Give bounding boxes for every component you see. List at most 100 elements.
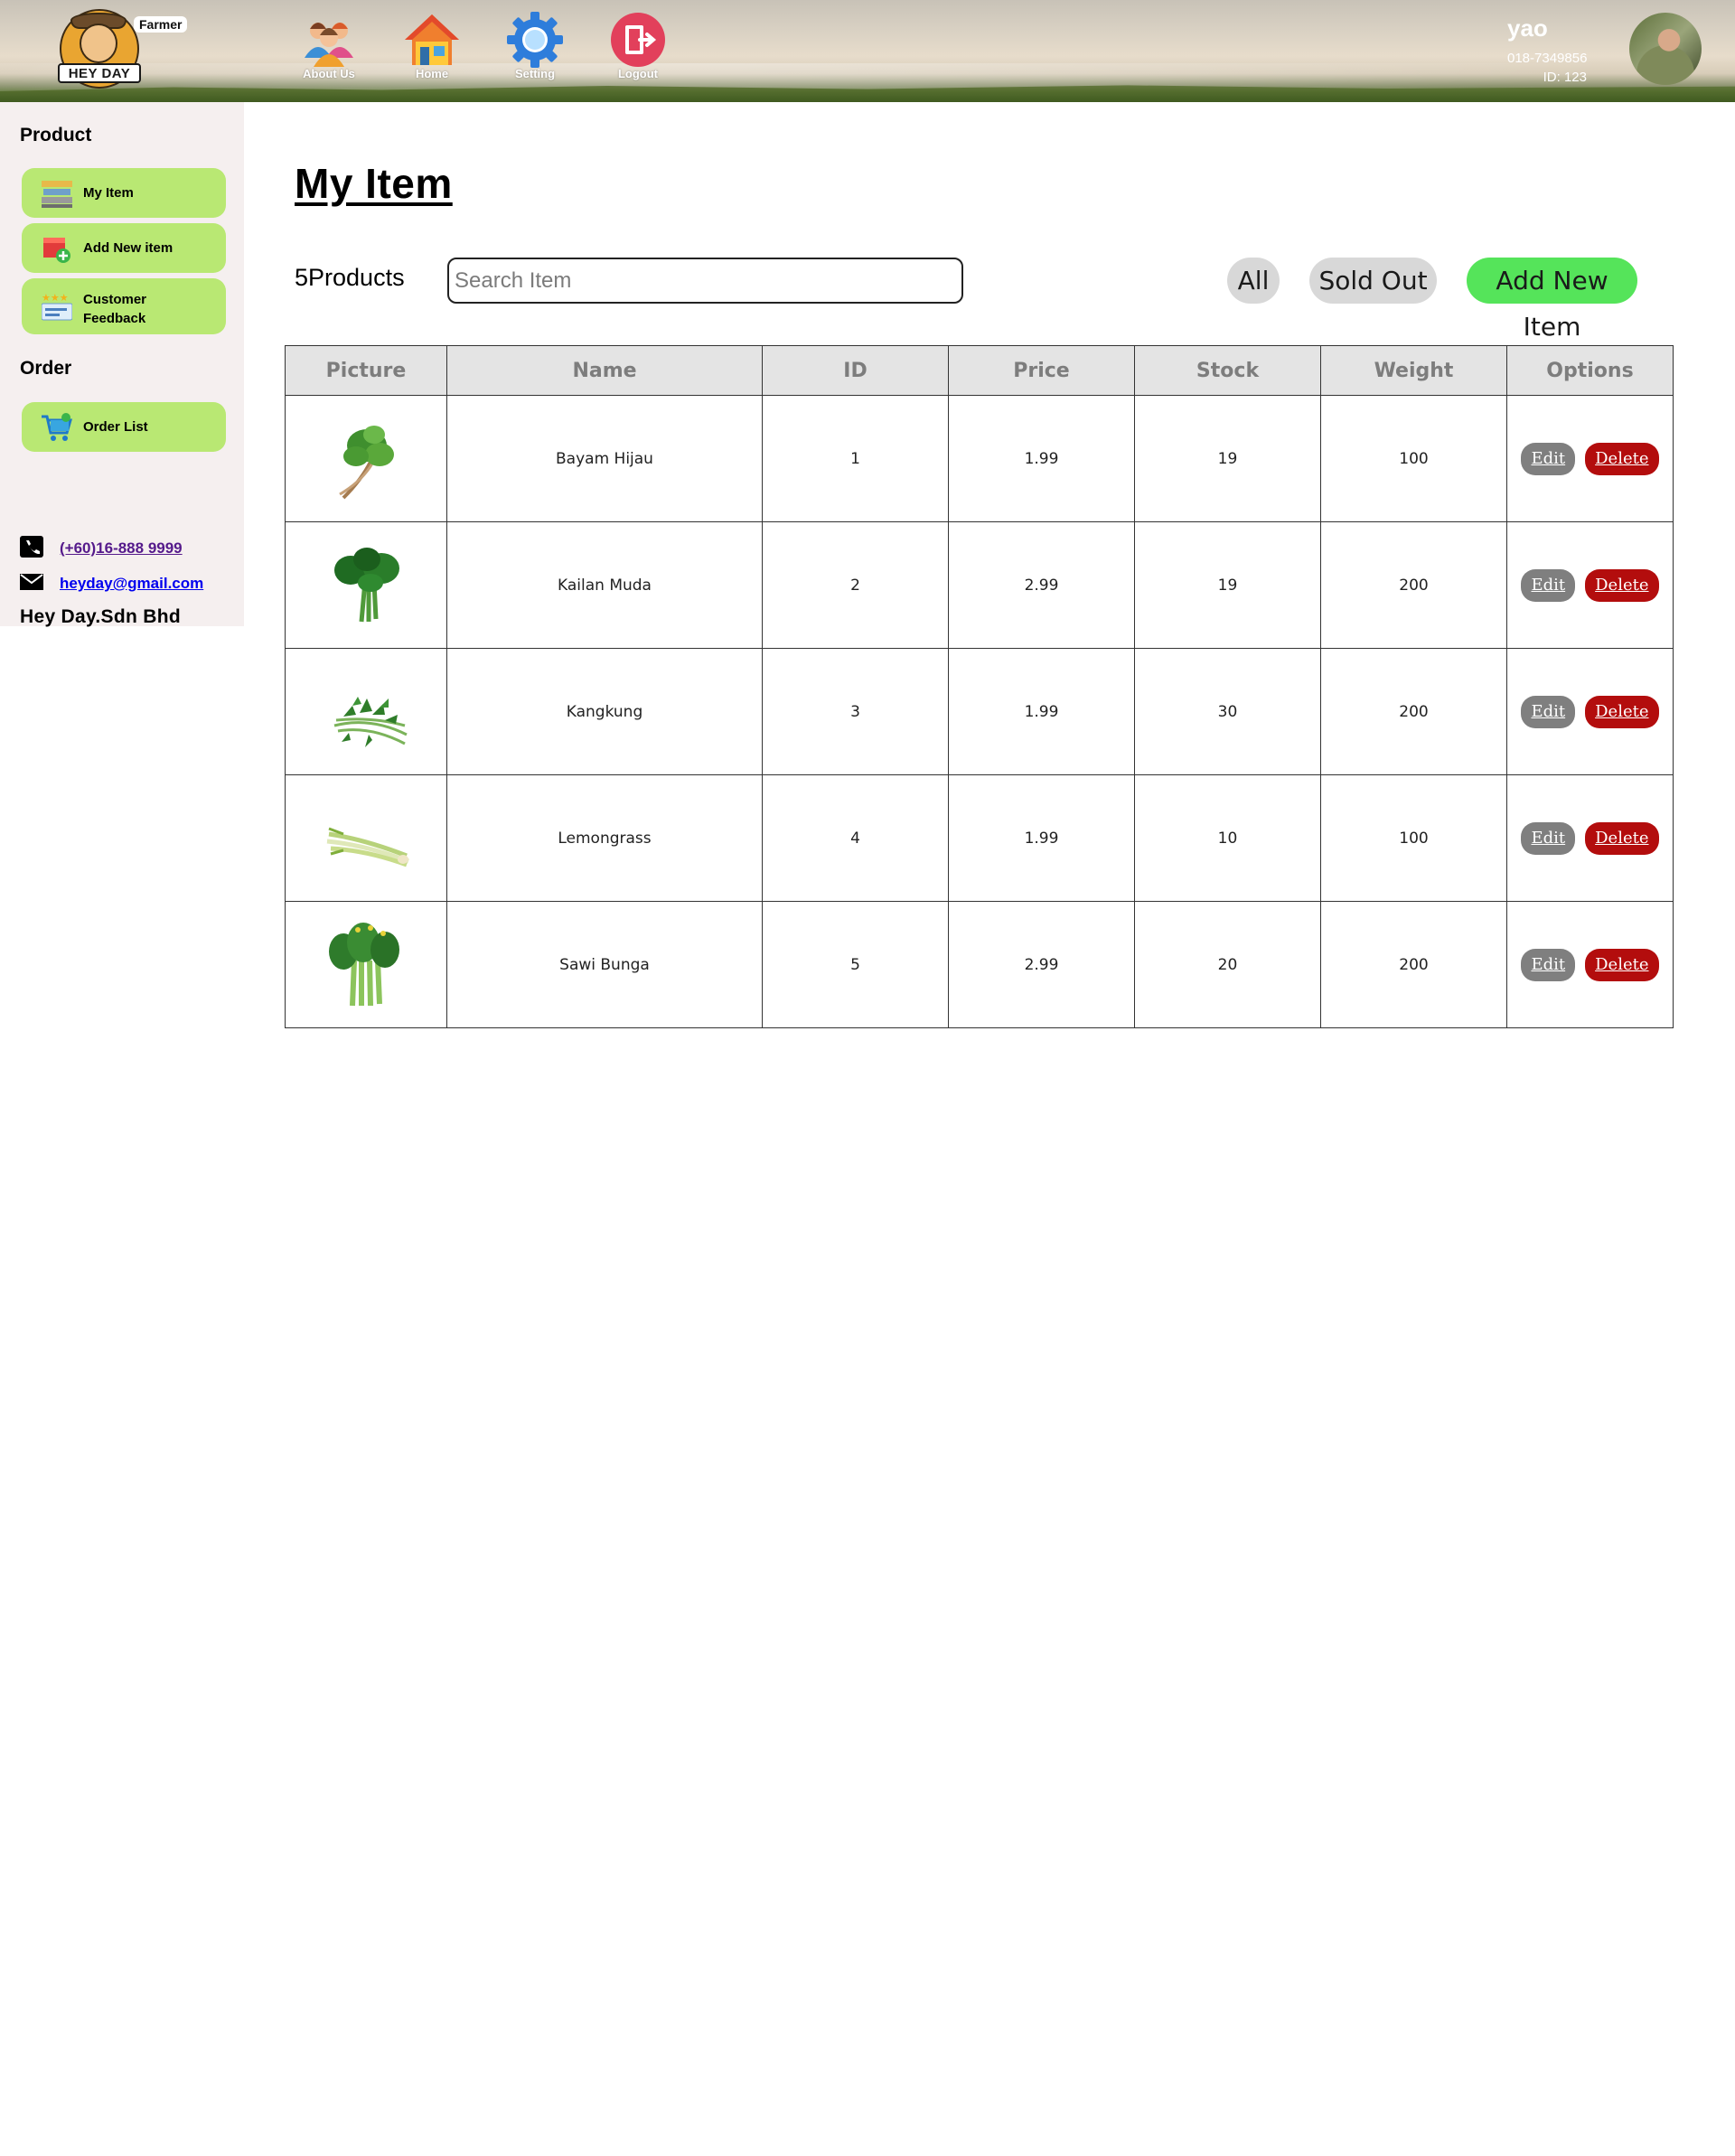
- options-cell: Edit Delete: [1506, 395, 1674, 522]
- filter-all-button[interactable]: All: [1227, 258, 1280, 304]
- table-row: Kailan Muda 2 2.99 19 200 Edit Delete: [285, 521, 1674, 649]
- column-header: Options: [1506, 345, 1674, 396]
- column-header: Name: [446, 345, 763, 396]
- column-header: Stock: [1134, 345, 1321, 396]
- nav-about-us[interactable]: About Us: [288, 11, 370, 80]
- column-header: Price: [948, 345, 1135, 396]
- column-header: Picture: [285, 345, 447, 396]
- delete-button[interactable]: Delete: [1585, 948, 1659, 981]
- stock-cell: 19: [1134, 521, 1321, 649]
- kailan-icon: [334, 547, 399, 622]
- box-add-icon: [42, 234, 72, 263]
- edit-button[interactable]: Edit: [1521, 568, 1576, 602]
- nav-label: Home: [415, 67, 449, 80]
- sidebar-item-label: Customer Feedback: [83, 292, 147, 326]
- house-icon: [403, 11, 461, 69]
- options-cell: Edit Delete: [1506, 648, 1674, 775]
- sidebar-item-label: Add New item: [83, 240, 174, 256]
- table-header-row: Picture Name ID Price Stock Weight Optio…: [285, 345, 1674, 396]
- sawi-bunga-icon: [329, 922, 399, 1006]
- items-table: Picture Name ID Price Stock Weight Optio…: [285, 345, 1674, 1028]
- id-cell: 3: [762, 648, 949, 775]
- phone-icon: [20, 536, 43, 558]
- nav-label: Logout: [617, 67, 659, 80]
- shopping-cart-icon: [42, 413, 72, 442]
- delete-button[interactable]: Delete: [1585, 821, 1659, 855]
- sidebar-item-label: My Item: [83, 185, 134, 201]
- stock-cell: 19: [1134, 395, 1321, 522]
- nav-setting[interactable]: Setting: [494, 11, 576, 80]
- delete-button[interactable]: Delete: [1585, 442, 1659, 475]
- name-cell: Kangkung: [446, 648, 763, 775]
- options-cell: Edit Delete: [1506, 521, 1674, 649]
- nav-label: Setting: [514, 67, 556, 80]
- picture-cell: [285, 901, 447, 1028]
- id-cell: 4: [762, 774, 949, 902]
- table-row: Bayam Hijau 1 1.99 19 100 Edit Delete: [285, 395, 1674, 522]
- edit-button[interactable]: Edit: [1521, 821, 1576, 855]
- svg-text:★★★: ★★★: [42, 292, 69, 304]
- nav-logout[interactable]: Logout: [597, 11, 679, 80]
- options-cell: Edit Delete: [1506, 901, 1674, 1028]
- weight-cell: 200: [1320, 648, 1507, 775]
- weight-cell: 200: [1320, 521, 1507, 649]
- price-cell: 1.99: [948, 395, 1135, 522]
- nav-home[interactable]: Home: [391, 11, 473, 80]
- company-name: Hey Day.Sdn Bhd: [20, 606, 181, 627]
- email-link[interactable]: heyday@gmail.com: [60, 575, 203, 593]
- gear-icon: [506, 11, 564, 69]
- spinach-bunch-icon: [339, 425, 394, 499]
- user-name: yao: [1507, 14, 1548, 42]
- sidebar-item-order-list[interactable]: Order List: [22, 402, 226, 452]
- picture-cell: [285, 648, 447, 775]
- id-cell: 2: [762, 521, 949, 649]
- stacked-books-icon: [42, 179, 72, 208]
- add-new-item-button[interactable]: Add New Item: [1467, 258, 1637, 342]
- column-header: Weight: [1320, 345, 1507, 396]
- filter-sold-out-button[interactable]: Sold Out: [1309, 258, 1437, 304]
- phone-link[interactable]: (+60)16-888 9999: [60, 539, 183, 558]
- stock-cell: 20: [1134, 901, 1321, 1028]
- sidebar-item-my-item[interactable]: My Item: [22, 168, 226, 218]
- weight-cell: 100: [1320, 774, 1507, 902]
- stock-cell: 30: [1134, 648, 1321, 775]
- price-cell: 1.99: [948, 648, 1135, 775]
- heyday-logo[interactable]: HEY DAY: [56, 7, 146, 89]
- order-heading: Order: [20, 358, 72, 379]
- page-title: My Item: [295, 160, 453, 207]
- logout-icon: [609, 11, 667, 69]
- weight-cell: 100: [1320, 395, 1507, 522]
- rating-card-icon: ★★★: [41, 292, 73, 321]
- delete-button[interactable]: Delete: [1585, 568, 1659, 602]
- id-cell: 1: [762, 395, 949, 522]
- sidebar: Product My Item Add New item ★★★ Custome…: [0, 102, 244, 627]
- delete-button[interactable]: Delete: [1585, 695, 1659, 728]
- edit-button[interactable]: Edit: [1521, 442, 1576, 475]
- name-cell: Kailan Muda: [446, 521, 763, 649]
- sidebar-item-add-new-item[interactable]: Add New item: [22, 223, 226, 273]
- search-input[interactable]: [447, 258, 963, 304]
- avatar[interactable]: [1629, 13, 1702, 85]
- name-cell: Bayam Hijau: [446, 395, 763, 522]
- weight-cell: 200: [1320, 901, 1507, 1028]
- lemongrass-icon: [326, 827, 409, 867]
- name-cell: Sawi Bunga: [446, 901, 763, 1028]
- table-row: Kangkung 3 1.99 30 200 Edit Delete: [285, 648, 1674, 775]
- price-cell: 2.99: [948, 521, 1135, 649]
- picture-cell: [285, 521, 447, 649]
- product-heading: Product: [20, 125, 92, 145]
- user-phone: 018-7349856: [1507, 51, 1588, 66]
- price-cell: 1.99: [948, 774, 1135, 902]
- top-banner: HEY DAY Farmer About Us Home Setting Log…: [0, 0, 1735, 102]
- column-header: ID: [762, 345, 949, 396]
- edit-button[interactable]: Edit: [1521, 948, 1576, 981]
- edit-button[interactable]: Edit: [1521, 695, 1576, 728]
- table-row: Lemongrass 4 1.99 10 100 Edit Delete: [285, 774, 1674, 902]
- picture-cell: [285, 774, 447, 902]
- nav-label: About Us: [303, 67, 355, 80]
- sidebar-item-label: Order List: [83, 419, 148, 435]
- table-row: Sawi Bunga 5 2.99 20 200 Edit Delete: [285, 901, 1674, 1028]
- kangkung-icon: [333, 696, 408, 747]
- logo-face-icon: [80, 23, 117, 63]
- sidebar-item-customer-feedback[interactable]: ★★★ Customer Feedback: [22, 278, 226, 334]
